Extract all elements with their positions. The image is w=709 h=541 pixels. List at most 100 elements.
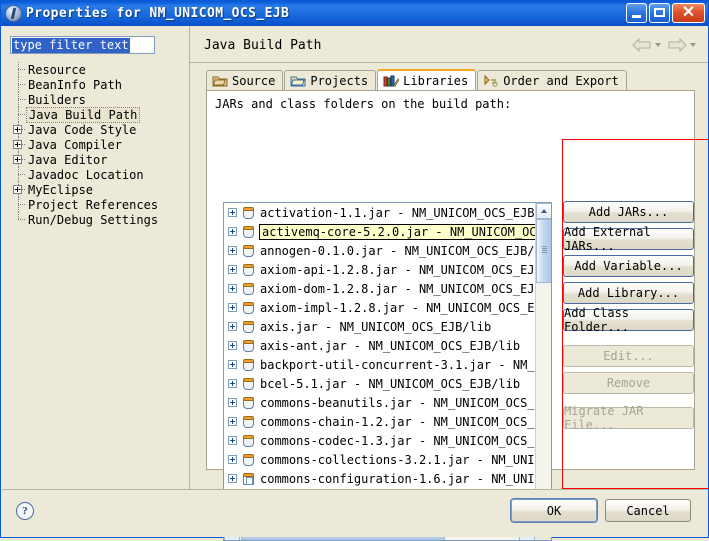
tree-branch-line xyxy=(12,137,26,152)
sidebar-item-java-editor[interactable]: Java Editor xyxy=(12,152,188,167)
add-jars-button[interactable]: Add JARs... xyxy=(563,201,694,223)
sidebar-item-run-debug-settings[interactable]: Run/Debug Settings xyxy=(12,212,188,227)
jar-list-item[interactable]: axiom-api-1.2.8.jar - NM_UNICOM_OCS_EJB/… xyxy=(224,260,537,279)
minimize-button[interactable] xyxy=(626,3,647,23)
maximize-button[interactable] xyxy=(649,3,670,23)
jar-list-item-label: activemq-core-5.2.0.jar - NM_UNICOM_OCS_… xyxy=(259,223,537,240)
filter-input[interactable]: type filter text xyxy=(10,36,155,54)
sidebar-item-java-code-style[interactable]: Java Code Style xyxy=(12,122,188,137)
expand-plus-icon[interactable] xyxy=(228,246,237,255)
expand-plus-icon[interactable] xyxy=(13,125,22,134)
scroll-up-button[interactable] xyxy=(536,203,551,219)
jar-list-vertical-scrollbar[interactable] xyxy=(535,203,551,525)
libraries-tab-panel: JARs and class folders on the build path… xyxy=(206,90,695,541)
add-variable-button[interactable]: Add Variable... xyxy=(563,255,694,277)
expand-plus-icon[interactable] xyxy=(228,341,237,350)
tab-label: Projects xyxy=(310,74,369,88)
close-button[interactable]: ✕ xyxy=(672,3,705,23)
jar-icon xyxy=(242,244,255,258)
jar-doc-icon xyxy=(242,472,255,486)
jar-list-item-label: axis.jar - NM_UNICOM_OCS_EJB/lib xyxy=(260,319,492,334)
expand-plus-icon[interactable] xyxy=(228,417,237,426)
dialog-footer: ? OK Cancel xyxy=(2,489,708,537)
expand-plus-icon[interactable] xyxy=(228,360,237,369)
expand-plus-icon[interactable] xyxy=(13,155,22,164)
sidebar-item-label: Java Compiler xyxy=(28,137,122,152)
jar-list-item[interactable]: axis-ant.jar - NM_UNICOM_OCS_EJB/lib xyxy=(224,336,537,355)
jar-list-item[interactable]: axiom-impl-1.2.8.jar - NM_UNICOM_OCS_EJB… xyxy=(224,298,537,317)
sidebar-item-java-compiler[interactable]: Java Compiler xyxy=(12,137,188,152)
jar-list-item-label: axiom-api-1.2.8.jar - NM_UNICOM_OCS_EJB/… xyxy=(260,262,537,277)
jar-list-item[interactable]: axiom-dom-1.2.8.jar - NM_UNICOM_OCS_EJB/… xyxy=(224,279,537,298)
forward-dropdown-icon[interactable] xyxy=(690,43,696,47)
expand-plus-icon[interactable] xyxy=(228,265,237,274)
jar-icon xyxy=(242,377,255,391)
filter-input-value: type filter text xyxy=(12,37,130,53)
jar-list-item-label: commons-codec-1.3.jar - NM_UNICOM_OCS_EJ… xyxy=(260,433,537,448)
expand-plus-icon[interactable] xyxy=(228,474,237,483)
expand-plus-icon[interactable] xyxy=(228,303,237,312)
properties-dialog: Properties for NM_UNICOM_OCS_EJB ✕ type … xyxy=(0,0,709,541)
expand-plus-icon[interactable] xyxy=(228,436,237,445)
sidebar-item-myeclipse[interactable]: MyEclipse xyxy=(12,182,188,197)
tab-label: Source xyxy=(232,74,276,88)
expand-plus-icon[interactable] xyxy=(13,185,22,194)
caret-up-icon xyxy=(541,209,547,213)
add-external-jars-button[interactable]: Add External JARs... xyxy=(563,225,694,253)
add-class-folder-button[interactable]: Add Class Folder... xyxy=(563,306,694,334)
jar-list-item[interactable]: commons-collections-3.2.1.jar - NM_UNICO… xyxy=(224,450,537,469)
jar-list-item-label: commons-chain-1.2.jar - NM_UNICOM_OCS_EJ… xyxy=(260,414,537,429)
expand-plus-icon[interactable] xyxy=(228,379,237,388)
tab-order-and-export[interactable]: Order and Export xyxy=(477,70,627,91)
add-library-button[interactable]: Add Library... xyxy=(563,282,694,304)
sidebar-item-builders[interactable]: Builders xyxy=(12,92,188,107)
jar-icon xyxy=(242,320,255,334)
tab-libraries[interactable]: Libraries xyxy=(377,69,477,91)
help-icon[interactable]: ? xyxy=(16,502,34,520)
settings-sidebar: type filter text Resource BeanInfo Path Bu… xyxy=(2,26,188,489)
jar-list-item[interactable]: commons-codec-1.3.jar - NM_UNICOM_OCS_EJ… xyxy=(224,431,537,450)
back-dropdown-icon[interactable] xyxy=(655,43,661,47)
cancel-button[interactable]: Cancel xyxy=(605,499,691,522)
navigation-arrows xyxy=(632,38,700,52)
jar-list-item[interactable]: backport-util-concurrent-3.1.jar - NM_UN… xyxy=(224,355,537,374)
sidebar-item-project-references[interactable]: Project References xyxy=(12,197,188,212)
sidebar-item-label: Java Editor xyxy=(28,152,108,167)
jar-list-item[interactable]: bcel-5.1.jar - NM_UNICOM_OCS_EJB/lib xyxy=(224,374,537,393)
jar-list-item-label: bcel-5.1.jar - NM_UNICOM_OCS_EJB/lib xyxy=(260,376,521,391)
expand-plus-icon[interactable] xyxy=(228,398,237,407)
sidebar-item-beaninfo-path[interactable]: BeanInfo Path xyxy=(12,77,188,92)
back-arrow-icon[interactable] xyxy=(632,38,652,52)
expand-plus-icon[interactable] xyxy=(228,455,237,464)
expand-plus-icon[interactable] xyxy=(13,140,22,149)
vertical-scroll-thumb[interactable] xyxy=(536,219,551,283)
expand-plus-icon[interactable] xyxy=(228,208,237,217)
scroll-grip-icon xyxy=(542,246,547,254)
forward-arrow-icon[interactable] xyxy=(667,38,687,52)
tab-source[interactable]: Source xyxy=(206,70,284,91)
tree-branch-line xyxy=(12,122,26,137)
content-pane: Java Build Path Source Projects Libraries O… xyxy=(189,26,709,541)
jar-list-item[interactable]: commons-configuration-1.6.jar - NM_UNICO… xyxy=(224,469,537,488)
jar-list-item[interactable]: axis.jar - NM_UNICOM_OCS_EJB/lib xyxy=(224,317,537,336)
jar-list-item[interactable]: commons-chain-1.2.jar - NM_UNICOM_OCS_EJ… xyxy=(224,412,537,431)
jar-icon xyxy=(242,434,255,448)
tree-branch-line xyxy=(12,197,26,212)
sidebar-item-resource[interactable]: Resource xyxy=(12,62,188,77)
expand-plus-icon[interactable] xyxy=(228,322,237,331)
expand-plus-icon[interactable] xyxy=(228,284,237,293)
ok-button[interactable]: OK xyxy=(511,499,597,522)
tab-projects[interactable]: Projects xyxy=(284,70,377,91)
jar-list-item[interactable]: activemq-core-5.2.0.jar - NM_UNICOM_OCS_… xyxy=(224,222,537,241)
sidebar-item-label: Builders xyxy=(28,92,86,107)
jar-list-item[interactable]: activation-1.1.jar - NM_UNICOM_OCS_EJB/l… xyxy=(224,203,537,222)
order-export-icon xyxy=(483,74,499,88)
jar-icon xyxy=(242,358,255,372)
jar-list-item[interactable]: commons-beanutils.jar - NM_UNICOM_OCS_EJ… xyxy=(224,393,537,412)
jar-icon xyxy=(242,206,255,220)
jar-list-item[interactable]: annogen-0.1.0.jar - NM_UNICOM_OCS_EJB/li… xyxy=(224,241,537,260)
sidebar-item-javadoc-location[interactable]: Javadoc Location xyxy=(12,167,188,182)
expand-plus-icon[interactable] xyxy=(228,227,237,236)
tree-branch-line xyxy=(12,167,26,182)
sidebar-item-java-build-path[interactable]: Java Build Path xyxy=(12,106,188,123)
